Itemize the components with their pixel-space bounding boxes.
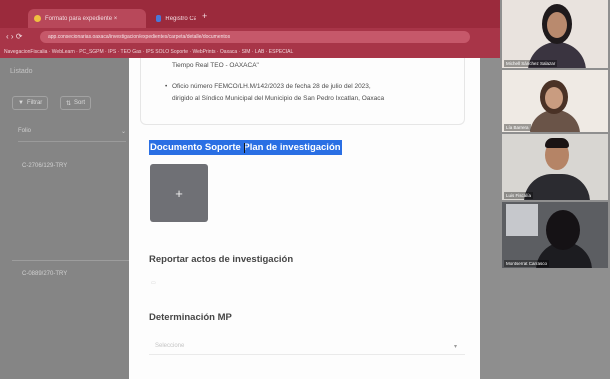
background-top-label: Listado <box>10 68 33 75</box>
back-forward-icon[interactable]: ‹ › ⟳ <box>6 32 22 41</box>
row-divider <box>12 260 130 261</box>
record-folio[interactable]: C-2706/129-TRY <box>22 163 67 169</box>
background-right-column <box>480 58 500 379</box>
bullet-icon: • <box>165 83 168 90</box>
folio-header-label: Folio <box>18 128 32 134</box>
address-bar[interactable]: app.consecionarias.oaxaca/investigacion/… <box>40 31 470 43</box>
tab-label: Registro Casos, TEO, Oaxaca × <box>165 15 196 22</box>
participant-video-tile[interactable]: Luis Fiscalía <box>502 134 608 200</box>
plus-icon: + <box>175 185 183 201</box>
bookmarks-bar[interactable]: NavegacionFiscalia · WebLearn · PC_SGPM … <box>0 46 500 58</box>
participant-name: Lía Barrera <box>504 124 531 131</box>
participant-avatar <box>524 174 590 200</box>
filter-button[interactable]: ▼ Filtrar <box>12 96 49 110</box>
list-item-text: Oficio número FEMCO/LH.M/142/2023 de fec… <box>172 83 371 90</box>
participant-video-tile[interactable]: Lía Barrera <box>502 70 608 132</box>
investigation-modal: Tiempo Real TEO - OAXACA" • Oficio númer… <box>129 58 480 379</box>
chevron-down-icon: ⌄ <box>120 129 126 135</box>
tab-label: Formato para expediente × <box>45 15 118 22</box>
participant-hair <box>545 138 569 148</box>
browser-tab-bar: Formato para expediente × Registro Casos… <box>0 0 500 28</box>
determination-title: Determinación MP <box>149 312 232 323</box>
sort-icon: ⇅ <box>66 100 72 107</box>
documents-list-card: Tiempo Real TEO - OAXACA" • Oficio númer… <box>140 58 465 125</box>
folio-column-header[interactable]: Folio ⌄ <box>18 128 126 142</box>
participant-hair <box>546 210 580 250</box>
sort-label: Sort <box>74 100 86 106</box>
browser-tab-active[interactable]: Formato para expediente × <box>28 9 146 28</box>
browser-toolbar: ‹ › ⟳ app.consecionarias.oaxaca/investig… <box>0 28 500 46</box>
tab-favicon-icon <box>156 15 162 22</box>
participant-face <box>545 87 563 109</box>
report-actions-empty-icon: ▭ <box>151 280 156 286</box>
tab-favicon-icon <box>34 15 41 22</box>
participant-video-tile[interactable]: Montserrat Carrasco <box>502 202 608 268</box>
video-call-panel: Michell Sánchez Salazar Lía Barrera Luis… <box>500 0 610 379</box>
upload-document-button[interactable]: + <box>150 164 208 222</box>
participant-name: Michell Sánchez Salazar <box>504 60 558 67</box>
window-background <box>506 204 538 236</box>
sort-button[interactable]: ⇅ Sort <box>60 96 92 110</box>
browser-tab[interactable]: Registro Casos, TEO, Oaxaca × <box>150 9 202 28</box>
text-cursor-icon <box>244 143 247 153</box>
determination-select[interactable]: Seleccione ▾ <box>149 338 465 355</box>
filter-icon: ▼ <box>18 100 24 106</box>
record-folio[interactable]: C-0889/270-TRY <box>22 271 67 277</box>
participant-name: Luis Fiscalía <box>504 192 534 199</box>
participant-video-tile[interactable]: Michell Sánchez Salazar <box>502 0 608 68</box>
participant-face <box>547 12 567 38</box>
list-item-text: dirigido al Síndico Municipal del Munici… <box>172 95 385 102</box>
filter-label: Filtrar <box>26 100 43 106</box>
participant-name: Montserrat Carrasco <box>504 260 550 267</box>
report-actions-title: Reportar actos de investigación <box>149 254 294 265</box>
new-tab-button[interactable]: + <box>202 11 207 21</box>
caret-down-icon: ▾ <box>453 344 457 350</box>
determination-placeholder: Seleccione <box>155 343 185 349</box>
screen: Formato para expediente × Registro Casos… <box>0 0 610 379</box>
list-item-text: Tiempo Real TEO - OAXACA" <box>172 62 259 69</box>
